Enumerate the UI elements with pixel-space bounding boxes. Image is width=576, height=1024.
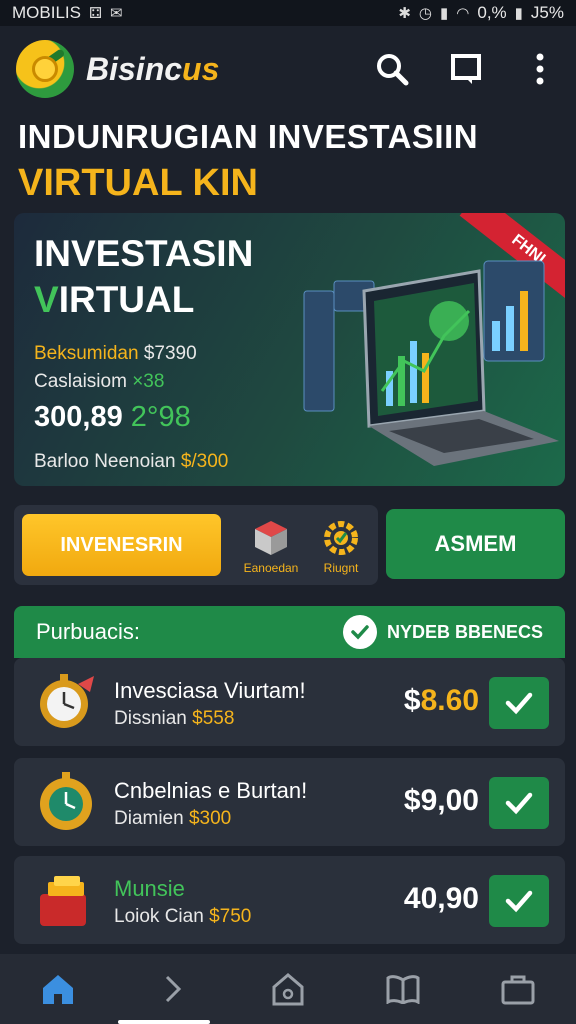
transaction-sub-value: $300 [188, 808, 232, 829]
page-title: INDUNRUGIAN INVESTASIIN VIRTUAL KIN [0, 118, 576, 205]
transaction-item[interactable]: Invesciasa Viurtam! Dissnian $558 $8.60 [14, 658, 565, 746]
hero-line-4: Barloo Neenoian $/300 [34, 451, 228, 473]
hero-big-value: 300,89 2°98 [34, 401, 191, 434]
hero-line-4-label: Barloo Neenoian [34, 451, 176, 472]
transaction-name: Invesciasa Viurtam! [114, 678, 306, 703]
hero-subtitle-rest: IRTUAL [58, 279, 195, 320]
dice-icon: ⚃ [88, 5, 103, 22]
clock-coin-icon [40, 772, 92, 830]
hero-subtitle-first: V [34, 279, 59, 320]
status-bar: MOBILIS ⚃ ✉ ✱ ◷ ▮ ◠ 0,% ▮ J5% [0, 0, 576, 26]
hero-line-1-label: Beksumidan [34, 343, 139, 364]
hero-big-number: 300,89 [34, 401, 123, 433]
brand-name: Bisincus [86, 51, 219, 88]
app-header: Bisincus [0, 26, 576, 112]
hero-big-suffix: 2°98 [130, 401, 191, 433]
hero-subtitle: VIRTUAL [34, 279, 194, 321]
section-header: Purbuacis: NYDEB BBENECS [14, 606, 565, 658]
transaction-sub: Dissnian $558 [114, 708, 234, 730]
wifi-icon: ◠ [456, 5, 470, 22]
section-badge[interactable]: NYDEB BBENECS [342, 615, 543, 649]
brand[interactable]: Bisincus [16, 40, 219, 98]
transaction-sub: Loiok Cian $750 [114, 906, 251, 928]
box-icon [255, 521, 287, 555]
hero-banner[interactable]: FHNI INVESTASIN VIRTUAL Beksumidan $7390… [14, 213, 565, 486]
search-icon[interactable] [372, 49, 412, 89]
battery-icon: ▮ [514, 5, 523, 22]
tool-riugnt-label: Riugnt [323, 561, 359, 575]
chevron-icon[interactable] [143, 961, 203, 1017]
status-right: ✱ ◷ ▮ ◠ 0,% ▮ J5% [398, 3, 564, 23]
stopwatch-icon [40, 674, 94, 728]
brand-prefix: Bisinc [86, 50, 183, 87]
carrier-name: MOBILIS [12, 3, 81, 22]
hero-line-1: Beksumidan $7390 [34, 343, 197, 365]
asmem-button[interactable]: ASMEM [386, 509, 565, 579]
hero-line-1-value: $7390 [143, 343, 197, 364]
transaction-sub-label: Diamien [114, 808, 184, 829]
transaction-amount: 40,90 [403, 882, 479, 915]
mail-icon: ✉ [110, 5, 123, 22]
check-button[interactable] [489, 875, 549, 927]
window-icon[interactable] [446, 49, 486, 89]
action-group: INVENESRIN Eanoedan Riugnt [14, 505, 378, 585]
signal-text: 0,% [477, 3, 507, 22]
check-button[interactable] [489, 677, 549, 729]
section-title: Purbuacis: [36, 619, 140, 644]
alarm-icon: ◷ [418, 5, 432, 22]
check-icon [505, 692, 533, 715]
book-icon[interactable] [373, 961, 433, 1017]
home-icon[interactable] [28, 961, 88, 1017]
status-left: MOBILIS ⚃ ✉ [12, 3, 123, 23]
check-icon [505, 792, 533, 815]
hero-line-2-value: ×38 [132, 371, 165, 392]
transaction-sub-value: $558 [192, 708, 235, 729]
nav-indicator [118, 1020, 210, 1024]
brand-suffix: us [182, 50, 220, 87]
title-line2: VIRTUAL KIN [18, 162, 258, 204]
transaction-amount-symbol: $ [403, 684, 421, 717]
hero-line-4-value: $/300 [180, 451, 229, 472]
tool-eanoedan-label: Eanoedan [243, 561, 299, 575]
tool-eanoedan[interactable]: Eanoedan [236, 519, 306, 575]
transaction-sub-value: $750 [209, 906, 252, 927]
laptop-chart-illustration [303, 260, 559, 466]
check-circle-icon [342, 615, 377, 649]
section-badge-label: NYDEB BBENECS [386, 621, 543, 642]
house-outline-icon[interactable] [258, 961, 318, 1017]
transaction-sub: Diamien $300 [114, 808, 231, 830]
action-row: INVENESRIN Eanoedan Riugnt ASMEM [14, 505, 565, 585]
more-icon[interactable] [520, 49, 560, 89]
battery-text: J5% [530, 3, 564, 22]
signal-icon: ▮ [440, 5, 449, 22]
header-actions [372, 49, 560, 89]
transaction-amount: $9,00 [403, 784, 479, 817]
bottom-nav [0, 954, 576, 1024]
hero-title: INVESTASIN [34, 233, 254, 274]
transaction-name: Munsie [114, 876, 185, 901]
logo-icon [16, 40, 74, 98]
transaction-name: Cnbelnias e Burtan! [114, 778, 308, 803]
gear-icon [324, 521, 358, 555]
briefcase-icon[interactable] [488, 961, 548, 1017]
transaction-amount-digits: 8.60 [420, 684, 479, 717]
transaction-item[interactable]: Munsie Loiok Cian $750 40,90 [14, 856, 565, 944]
gold-box-icon [40, 876, 86, 926]
transaction-amount: $8.60 [404, 684, 479, 718]
invest-button[interactable]: INVENESRIN [22, 514, 221, 576]
transaction-sub-label: Loiok Cian [114, 906, 204, 927]
bluetooth-icon: ✱ [398, 5, 411, 22]
title-line1: INDUNRUGIAN INVESTASIIN [18, 118, 479, 155]
hero-line-2-label: Caslaisiom [34, 371, 127, 392]
transaction-sub-label: Dissnian [114, 708, 187, 729]
hero-line-2: Caslaisiom ×38 [34, 371, 164, 393]
transaction-item[interactable]: Cnbelnias e Burtan! Diamien $300 $9,00 [14, 758, 565, 846]
check-button[interactable] [489, 777, 549, 829]
check-icon [505, 890, 533, 913]
tool-riugnt[interactable]: Riugnt [306, 519, 376, 575]
